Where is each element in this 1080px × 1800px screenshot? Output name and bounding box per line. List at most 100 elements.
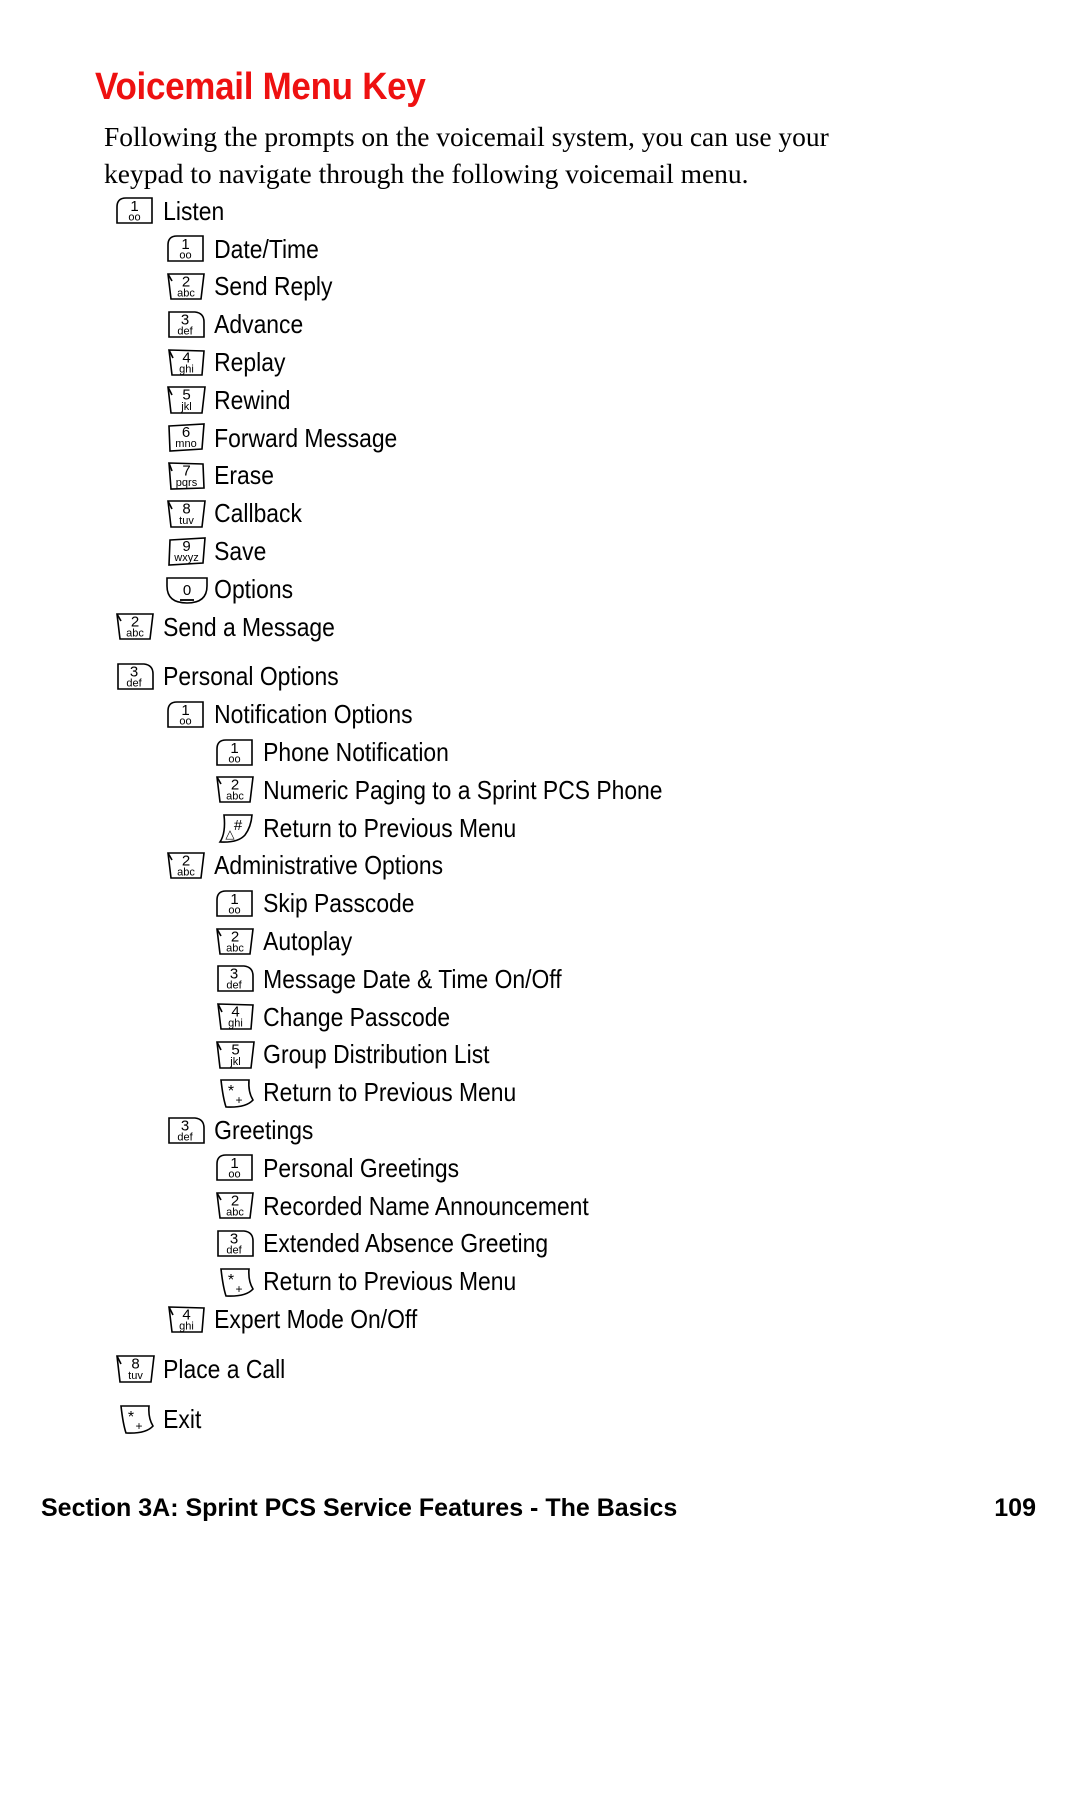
document-page: Voicemail Menu Key Following the prompts…	[0, 0, 1080, 1800]
menu-item-label: Recorded Name Announcement	[263, 1190, 589, 1221]
menu-item-label: Erase	[214, 460, 274, 491]
menu-item[interactable]: 9 wxyz Save	[0, 532, 1080, 570]
keypad-3-icon: 3 def	[163, 1114, 208, 1147]
keypad-8-icon: 8 tuv	[112, 1352, 157, 1385]
menu-item[interactable]: 3 def Extended Absence Greeting	[0, 1225, 1080, 1263]
menu-item-label: Place a Call	[163, 1353, 286, 1384]
menu-item[interactable]: 2 abc Send a Message	[0, 608, 1080, 646]
svg-text:+: +	[235, 1282, 242, 1296]
menu-item[interactable]: * + Return to Previous Menu	[0, 1262, 1080, 1300]
menu-item[interactable]: 1 oo Phone Notification	[0, 733, 1080, 771]
menu-item[interactable]: 3 def Advance	[0, 305, 1080, 343]
keypad-1-icon: 1 oo	[163, 698, 208, 731]
menu-item[interactable]: 2 abc Numeric Paging to a Sprint PCS Phone	[0, 771, 1080, 809]
svg-text:tuv: tuv	[128, 1370, 143, 1382]
keypad-4-icon: 4 ghi	[212, 1000, 257, 1033]
menu-item-label: Send a Message	[163, 611, 335, 642]
menu-item-label: Date/Time	[214, 233, 319, 264]
svg-text:oo: oo	[228, 753, 240, 765]
keypad-2-icon: 2 abc	[163, 270, 208, 303]
keypad-1-icon: 1 oo	[212, 1151, 257, 1184]
keypad-1-icon: 1 oo	[163, 232, 208, 265]
menu-item[interactable]: 4 ghi Expert Mode On/Off	[0, 1300, 1080, 1338]
svg-text:oo: oo	[179, 715, 191, 727]
menu-item-label: Advance	[214, 309, 304, 340]
keypad-2-icon: 2 abc	[212, 773, 257, 806]
svg-text:abc: abc	[226, 942, 244, 954]
footer-page-number: 109	[994, 1494, 1036, 1522]
menu-item-label: Replay	[214, 347, 286, 378]
keypad-3-icon: 3 def	[112, 660, 157, 693]
menu-item[interactable]: 2 abc Administrative Options	[0, 847, 1080, 885]
svg-text:oo: oo	[179, 250, 191, 262]
menu-group-spacer	[0, 1338, 1080, 1350]
menu-item-label: Group Distribution List	[263, 1039, 490, 1070]
menu-item-label: Administrative Options	[214, 850, 444, 881]
menu-group-spacer	[0, 1388, 1080, 1400]
menu-item[interactable]: 1 oo Skip Passcode	[0, 884, 1080, 922]
menu-item-label: Return to Previous Menu	[263, 1266, 517, 1297]
menu-item[interactable]: 1 oo Personal Greetings	[0, 1149, 1080, 1187]
menu-item[interactable]: 8 tuv Callback	[0, 494, 1080, 532]
keypad-9-icon: 9 wxyz	[163, 535, 208, 568]
menu-item-label: Return to Previous Menu	[263, 812, 517, 843]
page-title: Voicemail Menu Key	[95, 66, 426, 108]
menu-item[interactable]: 6 mno Forward Message	[0, 419, 1080, 457]
svg-text:abc: abc	[126, 628, 144, 640]
menu-item[interactable]: 4 ghi Replay	[0, 343, 1080, 381]
svg-text:def: def	[177, 325, 193, 337]
menu-item-label: Callback	[214, 498, 302, 529]
svg-text:0: 0	[183, 582, 191, 599]
menu-item[interactable]: 4 ghi Change Passcode	[0, 998, 1080, 1036]
menu-item[interactable]: 1 oo Listen	[0, 192, 1080, 230]
menu-item[interactable]: 1 oo Notification Options	[0, 695, 1080, 733]
keypad-8-icon: 8 tuv	[163, 497, 208, 530]
menu-item[interactable]: 3 def Personal Options	[0, 658, 1080, 696]
svg-text:def: def	[226, 980, 242, 992]
menu-group-spacer	[0, 646, 1080, 658]
keypad-1-icon: 1 oo	[212, 887, 257, 920]
keypad-star-icon: * +	[212, 1265, 257, 1298]
menu-item[interactable]: 2 abc Recorded Name Announcement	[0, 1187, 1080, 1225]
menu-item[interactable]: * + Exit	[0, 1400, 1080, 1438]
svg-text:ghi: ghi	[228, 1018, 243, 1030]
menu-item-label: Exit	[163, 1403, 202, 1434]
menu-item[interactable]: 0 Options	[0, 570, 1080, 608]
keypad-hash-icon: # △	[212, 811, 257, 844]
menu-item[interactable]: 1 oo Date/Time	[0, 230, 1080, 268]
svg-text:oo: oo	[228, 904, 240, 916]
menu-item[interactable]: 3 def Greetings	[0, 1111, 1080, 1149]
keypad-1-icon: 1 oo	[112, 194, 157, 227]
menu-item-label: Notification Options	[214, 699, 413, 730]
menu-item[interactable]: 5 jkl Group Distribution List	[0, 1036, 1080, 1074]
svg-text:ghi: ghi	[179, 1320, 194, 1332]
menu-item[interactable]: * + Return to Previous Menu	[0, 1073, 1080, 1111]
svg-text:oo: oo	[128, 212, 140, 224]
menu-item[interactable]: 8 tuv Place a Call	[0, 1350, 1080, 1388]
svg-text:*: *	[128, 1409, 134, 1426]
keypad-1-icon: 1 oo	[212, 736, 257, 769]
menu-item[interactable]: 2 abc Autoplay	[0, 922, 1080, 960]
menu-item[interactable]: 2 abc Send Reply	[0, 268, 1080, 306]
svg-text:pqrs: pqrs	[176, 477, 198, 489]
keypad-3-icon: 3 def	[212, 962, 257, 995]
intro-paragraph: Following the prompts on the voicemail s…	[104, 121, 829, 189]
footer-section-label: Section 3A: Sprint PCS Service Features …	[41, 1494, 678, 1522]
menu-item-label: Numeric Paging to a Sprint PCS Phone	[263, 774, 663, 805]
svg-text:abc: abc	[226, 791, 244, 803]
keypad-star-icon: * +	[112, 1402, 157, 1435]
menu-item[interactable]: # △ Return to Previous Menu	[0, 809, 1080, 847]
keypad-4-icon: 4 ghi	[163, 1303, 208, 1336]
menu-item-label: Expert Mode On/Off	[214, 1304, 418, 1334]
menu-item[interactable]: 7 pqrs Erase	[0, 457, 1080, 495]
svg-text:def: def	[126, 677, 142, 689]
svg-text:+: +	[235, 1093, 242, 1107]
menu-item[interactable]: 5 jkl Rewind	[0, 381, 1080, 419]
keypad-3-icon: 3 def	[212, 1227, 257, 1260]
svg-text:def: def	[177, 1131, 193, 1143]
svg-text:△: △	[225, 827, 235, 841]
svg-text:wxyz: wxyz	[173, 552, 198, 564]
menu-item[interactable]: 3 def Message Date & Time On/Off	[0, 960, 1080, 998]
svg-text:mno: mno	[175, 438, 196, 450]
keypad-4-icon: 4 ghi	[163, 346, 208, 379]
